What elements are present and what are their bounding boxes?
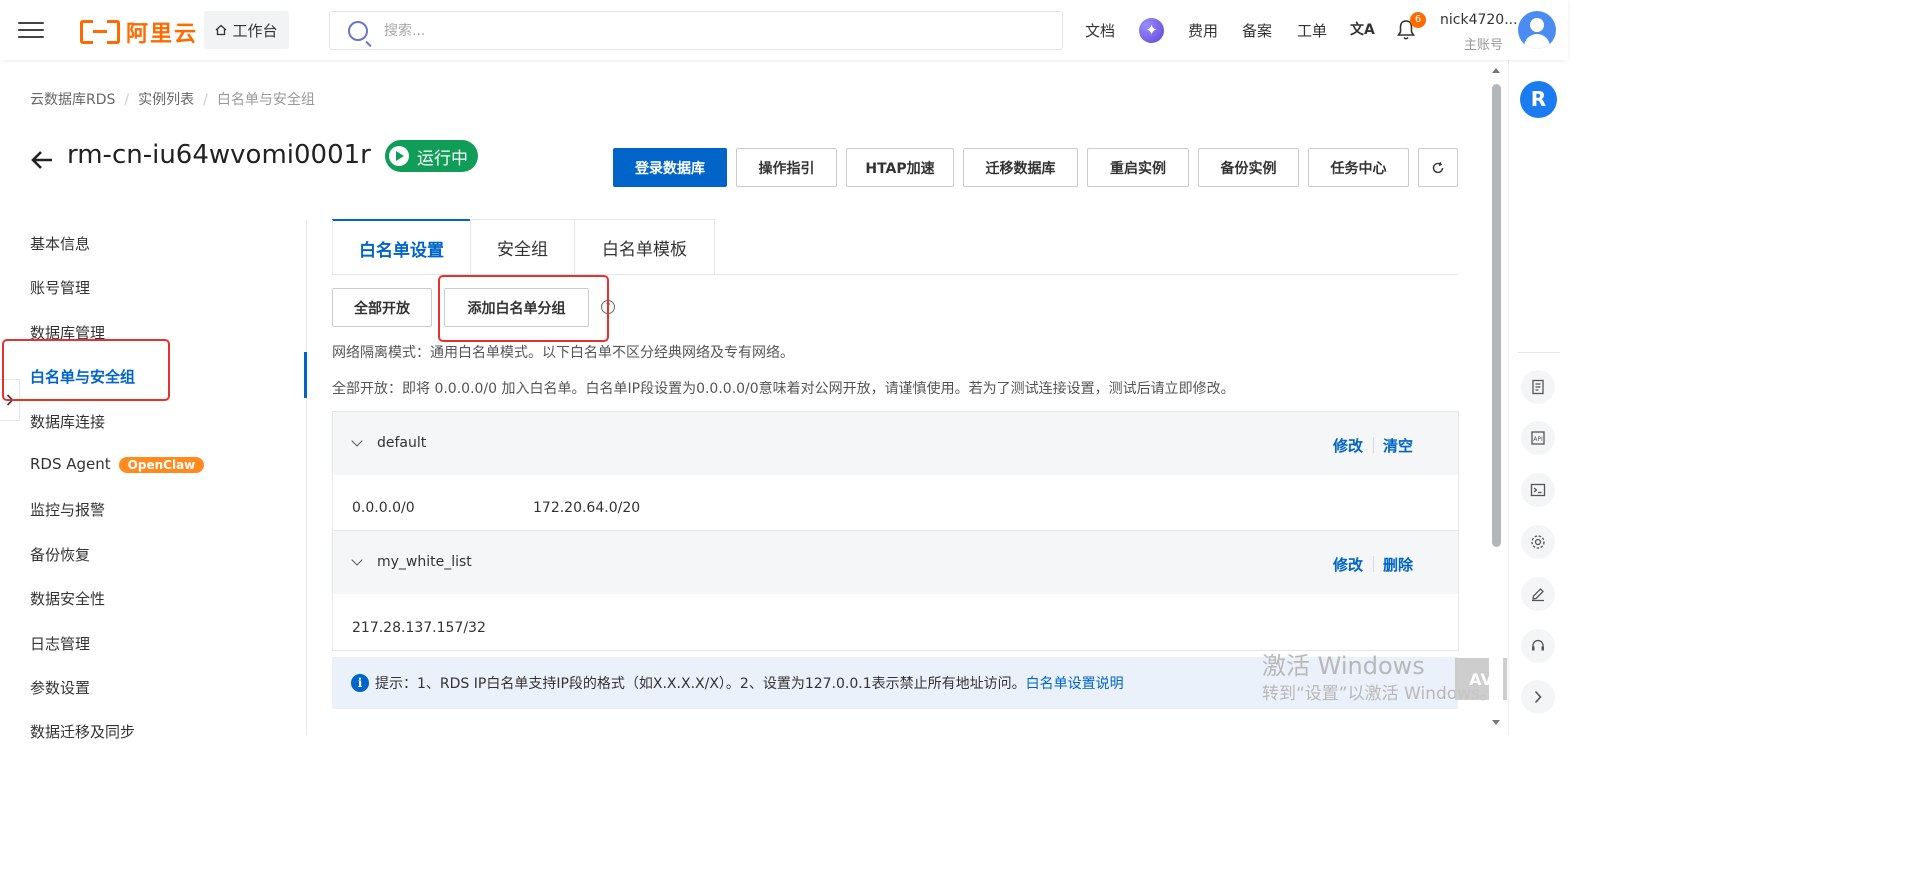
clear-button[interactable]: 清空 <box>1383 435 1413 456</box>
whitelist-groups: default 修改 清空 0.0.0.0/0 172.20.64.0/20 m… <box>332 411 1459 651</box>
language-icon[interactable]: 文A <box>1350 19 1375 39</box>
tabs-underline <box>332 274 1458 275</box>
nav-tickets[interactable]: 工单 <box>1297 20 1327 41</box>
svg-text:API: API <box>1533 436 1543 443</box>
nav-basic-info[interactable]: 基本信息 <box>30 233 90 254</box>
open-all-note: 全部开放：即将 0.0.0.0/0 加入白名单。白名单IP段设置为0.0.0.0… <box>332 381 1235 397</box>
nav-icp[interactable]: 备案 <box>1242 20 1272 41</box>
search-box[interactable] <box>329 11 1063 50</box>
nav-divider <box>306 220 307 735</box>
gear-icon[interactable] <box>1521 525 1555 559</box>
avatar[interactable] <box>1518 11 1556 49</box>
collapse-nav-button[interactable] <box>0 379 20 421</box>
whitelist-ip: 0.0.0.0/0 <box>352 500 415 516</box>
nav-whitelist-security[interactable]: 白名单与安全组 <box>30 366 135 387</box>
open-all-button[interactable]: 全部开放 <box>332 288 432 327</box>
edit-button[interactable]: 修改 <box>1333 554 1363 575</box>
api-icon[interactable]: API <box>1521 421 1555 455</box>
nav-migration[interactable]: 数据迁移及同步 <box>30 721 135 742</box>
document-icon[interactable] <box>1521 370 1555 404</box>
activation-watermark-title: 激活 Windows <box>1262 652 1425 680</box>
group-name: default <box>377 435 427 451</box>
nav-db-connection[interactable]: 数据库连接 <box>30 411 105 432</box>
nav-parameters[interactable]: 参数设置 <box>30 677 90 698</box>
scroll-up-icon[interactable] <box>1492 68 1500 73</box>
breadcrumb-instances[interactable]: 实例列表 <box>138 92 194 108</box>
nav-databases[interactable]: 数据库管理 <box>30 322 105 343</box>
running-icon <box>389 146 409 166</box>
aliyun-logo[interactable]: 阿里云 <box>80 16 198 48</box>
ai-assistant-icon[interactable]: ✦ <box>1139 18 1164 43</box>
brand-name: 阿里云 <box>126 22 199 47</box>
home-icon <box>216 24 227 36</box>
aliyun-logo-mark <box>80 20 120 44</box>
support-headset-icon[interactable] <box>1521 629 1555 663</box>
refresh-button[interactable] <box>1418 148 1458 187</box>
chevron-right-icon <box>6 394 14 406</box>
help-icon[interactable]: ? <box>601 300 615 314</box>
migrate-db-button[interactable]: 迁移数据库 <box>963 148 1078 187</box>
chevron-down-icon[interactable] <box>351 435 363 447</box>
openclaw-badge: OpenClaw <box>118 456 205 473</box>
group-header-my-white-list: my_white_list 修改 删除 <box>333 531 1458 594</box>
whitelist-ip: 217.28.137.157/32 <box>352 620 486 636</box>
scroll-down-icon[interactable] <box>1492 720 1500 725</box>
notification-badge: 6 <box>1410 12 1426 28</box>
chevron-down-icon[interactable] <box>351 554 363 566</box>
nav-monitoring[interactable]: 监控与报警 <box>30 499 105 520</box>
menu-icon[interactable] <box>18 20 44 40</box>
backup-button[interactable]: 备份实例 <box>1198 148 1299 187</box>
workbench-label: 工作台 <box>232 21 278 40</box>
back-arrow-icon[interactable] <box>30 149 54 171</box>
breadcrumb-rds[interactable]: 云数据库RDS <box>30 92 115 108</box>
rds-brand-icon[interactable]: R <box>1520 81 1557 118</box>
nav-logs[interactable]: 日志管理 <box>30 633 90 654</box>
tip-text: 提示：1、RDS IP白名单支持IP段的格式（如X.X.X.X/X）。2、设置为… <box>375 676 1026 692</box>
breadcrumb: 云数据库RDS / 实例列表 / 白名单与安全组 <box>30 92 315 108</box>
nav-billing[interactable]: 费用 <box>1188 20 1218 41</box>
breadcrumb-current: 白名单与安全组 <box>216 92 315 108</box>
nav-accounts[interactable]: 账号管理 <box>30 277 90 298</box>
workbench-button[interactable]: 工作台 <box>204 11 289 49</box>
login-db-button[interactable]: 登录数据库 <box>613 148 727 187</box>
guide-button[interactable]: 操作指引 <box>736 148 837 187</box>
user-name[interactable]: nick4720... <box>1440 12 1518 28</box>
nav-active-indicator <box>304 352 307 398</box>
group-header-default: default 修改 清空 <box>333 412 1458 475</box>
status-text: 运行中 <box>417 148 468 169</box>
user-role: 主账号 <box>1464 38 1504 53</box>
tab-security-group[interactable]: 安全组 <box>470 219 575 274</box>
top-bar: 阿里云 工作台 文档 ✦ 费用 备案 工单 文A 6 nick4720... 主… <box>0 0 1568 60</box>
group-name: my_white_list <box>377 554 472 570</box>
terminal-icon[interactable] <box>1521 473 1555 507</box>
delete-button[interactable]: 删除 <box>1383 554 1413 575</box>
page-title: rm-cn-iu64wvomi0001r <box>67 140 371 170</box>
task-center-button[interactable]: 任务中心 <box>1308 148 1409 187</box>
search-input[interactable] <box>382 21 986 40</box>
status-badge: 运行中 <box>385 140 478 172</box>
edit-icon[interactable] <box>1521 577 1555 611</box>
nav-rds-agent-label: RDS Agent <box>30 455 111 473</box>
expand-rail-icon[interactable] <box>1521 680 1555 714</box>
network-mode-note: 网络隔离模式：通用白名单模式。以下白名单不区分经典网络及专有网络。 <box>332 345 794 361</box>
nav-backup-restore[interactable]: 备份恢复 <box>30 544 90 565</box>
scrollbar-thumb[interactable] <box>1492 84 1501 547</box>
whitelist-ip: 172.20.64.0/20 <box>533 500 641 516</box>
htap-button[interactable]: HTAP加速 <box>846 148 954 187</box>
nav-docs[interactable]: 文档 <box>1085 20 1115 41</box>
info-icon: i <box>351 674 369 692</box>
search-icon <box>348 20 368 41</box>
nav-rds-agent[interactable]: RDS Agent OpenClaw <box>30 455 205 473</box>
edit-button[interactable]: 修改 <box>1333 435 1363 456</box>
refresh-icon <box>1432 161 1444 173</box>
tab-whitelist-settings[interactable]: 白名单设置 <box>332 219 471 275</box>
restart-button[interactable]: 重启实例 <box>1087 148 1189 187</box>
add-whitelist-group-button[interactable]: 添加白名单分组 <box>444 288 589 327</box>
nav-data-security[interactable]: 数据安全性 <box>30 588 105 609</box>
whitelist-help-link[interactable]: 白名单设置说明 <box>1026 673 1124 693</box>
tab-whitelist-template[interactable]: 白名单模板 <box>574 219 715 274</box>
